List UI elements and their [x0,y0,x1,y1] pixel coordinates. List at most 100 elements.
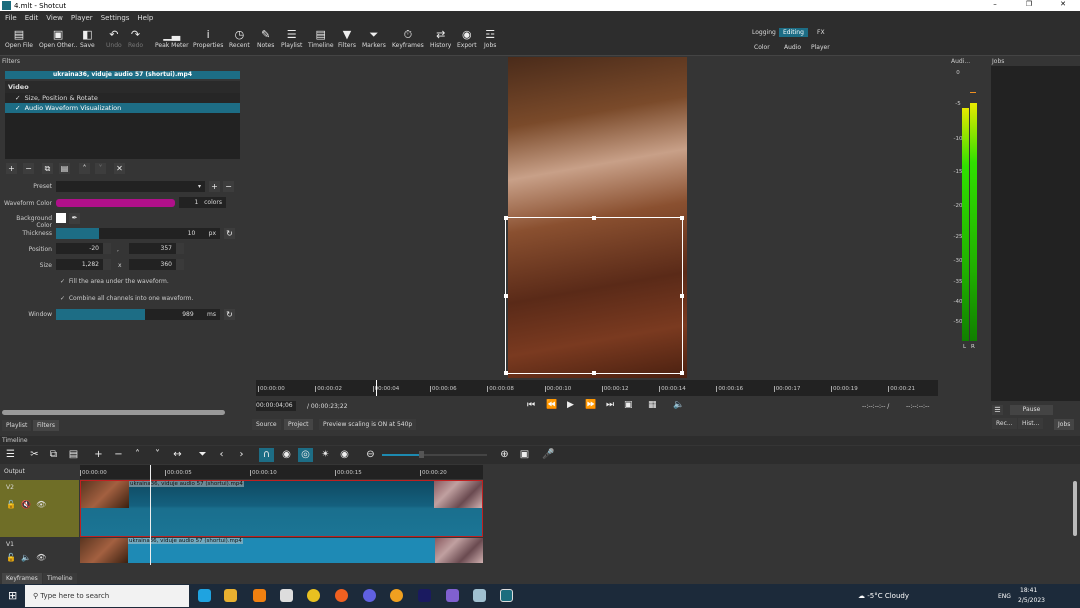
resize-handle[interactable] [680,371,684,375]
search-box[interactable]: ⚲ Type here to search [25,585,189,607]
preset-dropdown[interactable]: ▾ [56,181,205,192]
playlist-button[interactable]: ☰ Playlist [281,27,302,49]
size-height-field[interactable]: 360 [129,259,176,270]
layout-audio[interactable]: Audio [780,43,805,52]
marker-icon[interactable]: ⏷ [195,448,210,462]
lock-icon[interactable]: 🔓 [6,500,16,509]
ripple-markers-icon[interactable]: ◉ [337,448,352,462]
layout-editing[interactable]: Editing [779,28,808,37]
tab-source[interactable]: Source [252,419,281,430]
skip-to-start-button[interactable]: ⏮ [527,400,535,410]
reset-window-button[interactable]: ↻ [224,309,235,320]
history-button[interactable]: ⇄ History [430,27,451,49]
eye-icon[interactable]: 👁 [36,500,46,509]
lift-icon[interactable]: ˄ [130,448,145,462]
filter-item-selected[interactable]: ✓ Audio Waveform Visualization [5,103,240,113]
edge-icon[interactable] [198,589,211,602]
overwrite-icon[interactable]: ˅ [150,448,165,462]
redo-button[interactable]: ↷ Redo [128,27,143,49]
video-preview[interactable] [504,57,687,378]
waveform-color-swatch[interactable] [56,199,175,207]
reset-thickness-button[interactable]: ↻ [224,228,235,239]
premiere-icon[interactable] [418,589,431,602]
filter-item[interactable]: ✓ Size, Position & Rotate [5,93,240,103]
position-x-spinner[interactable] [103,243,111,254]
ripple-all-icon[interactable]: ✴ [318,448,333,462]
move-down-button[interactable]: ˅ [95,163,106,174]
deselect-filter-button[interactable]: ✕ [114,163,125,174]
ripple-icon[interactable]: ◎ [298,448,313,462]
add-filter-button[interactable]: + [6,163,17,174]
firefox-icon[interactable] [335,589,348,602]
copy-filter-button[interactable]: ⧉ [42,163,53,174]
combine-checkbox[interactable]: ✓ Combine all channels into one waveform… [60,295,193,302]
menu-view[interactable]: View [46,14,63,22]
window-slider[interactable]: 989 ms [56,309,220,320]
skip-to-end-button[interactable]: ⏭ [606,400,614,410]
recent-button[interactable]: ◷ Recent [229,27,250,49]
player-ruler[interactable]: 00:00:00 00:00:02 00:00:04 00:00:06 00:00:08… [256,380,938,396]
position-x-field[interactable]: -20 [56,243,103,254]
zoom-fit-icon[interactable]: ▣ [624,400,633,410]
next-marker-icon[interactable]: › [234,448,249,462]
layout-color[interactable]: Color [750,43,774,52]
resize-handle[interactable] [680,216,684,220]
clip-v2[interactable]: ukraina36, viduje audio 57 (shortui).mp4 [80,480,483,537]
layout-fx[interactable]: FX [813,28,829,37]
clip-v1[interactable]: ukraina36, viduje audio 57 (shortui).mp4 [80,538,483,563]
move-up-button[interactable]: ˄ [79,163,90,174]
export-button[interactable]: ◉ Export [457,27,477,49]
tab-project[interactable]: Project [284,419,313,430]
resize-handle[interactable] [504,294,508,298]
peak-meter-button[interactable]: ▁▃ Peak Meter [155,27,189,49]
chrome-icon[interactable] [307,589,320,602]
app-icon[interactable] [390,589,403,602]
timeline-menu-icon[interactable]: ☰ [3,448,18,462]
position-y-spinner[interactable] [176,243,184,254]
layout-player[interactable]: Player [807,43,834,52]
timeline-ruler[interactable]: 00:00:00 00:00:05 00:00:10 00:00:15 00:00:20 [80,465,483,479]
background-color-swatch[interactable] [56,213,66,223]
lock-icon[interactable]: 🔓 [6,553,16,562]
menu-edit[interactable]: Edit [25,14,39,22]
selection-rectangle[interactable] [504,216,684,375]
minimize-button[interactable]: – [978,0,1012,8]
tab-keyframes[interactable]: Keyframes [2,573,42,584]
pause-button[interactable]: Pause [1010,405,1053,415]
paste-icon[interactable]: ▤ [66,448,81,462]
timeline-scrollbar[interactable] [1073,481,1077,536]
markers-button[interactable]: ⏷ Markers [362,27,386,49]
timeline-playhead[interactable] [150,465,151,565]
tab-recent[interactable]: Rec... [992,418,1017,429]
menu-help[interactable]: Help [137,14,153,22]
jobs-menu-button[interactable]: ☰ [992,405,1003,415]
maximize-button[interactable]: ❐ [1012,0,1046,8]
undo-button[interactable]: ↶ Undo [106,27,122,49]
append-icon[interactable]: + [91,448,106,462]
size-height-spinner[interactable] [176,259,184,270]
track-header-v1[interactable]: V1 🔓 🔈 👁 [0,538,79,566]
menu-file[interactable]: File [5,14,17,22]
resize-handle[interactable] [504,216,508,220]
grid-icon[interactable]: ▦ [648,400,657,410]
colors-count-field[interactable]: 1 colors [179,197,226,208]
size-width-field[interactable]: 1,282 [56,259,103,270]
volume-icon[interactable]: 🔈 [21,553,31,562]
properties-button[interactable]: i Properties [193,27,223,49]
filters-button[interactable]: ▼ Filters [338,27,356,49]
resize-handle[interactable] [680,294,684,298]
player-playhead[interactable] [376,380,377,396]
open-file-button[interactable]: ▤ Open File [5,27,33,49]
volume-icon[interactable]: 🔈 [673,400,684,410]
snap-icon[interactable]: ∩ [259,448,274,462]
vlc-icon[interactable] [253,589,266,602]
rewind-button[interactable]: ⏪ [546,400,557,410]
fast-forward-button[interactable]: ⏩ [585,400,596,410]
notes-button[interactable]: ✎ Notes [257,27,274,49]
filter-list[interactable]: Video ✓ Size, Position & Rotate ✓ Audio … [5,81,240,159]
scrub-icon[interactable]: ◉ [279,448,294,462]
copy-icon[interactable]: ⧉ [46,448,61,462]
menu-player[interactable]: Player [71,14,93,22]
keyframes-button[interactable]: ⏱ Keyframes [392,27,424,49]
horizontal-scrollbar[interactable] [2,410,225,415]
